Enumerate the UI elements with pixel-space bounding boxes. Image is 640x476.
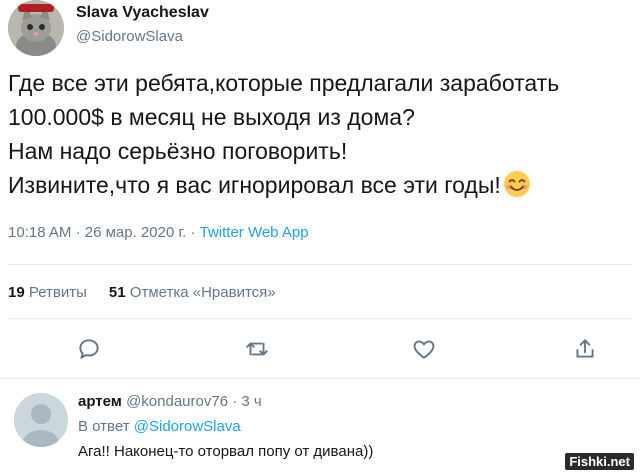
author-name[interactable]: Slava Vyacheslav	[76, 4, 209, 22]
divider	[8, 264, 632, 265]
tweet-stats: 19 Ретвиты 51 Отметка «Нравится»	[8, 284, 276, 301]
reply-to-mention[interactable]: @SidorowSlava	[134, 418, 241, 435]
likes-stat[interactable]: 51 Отметка «Нравится»	[109, 284, 276, 301]
retweets-label: Ретвиты	[28, 284, 87, 301]
reply-author-name[interactable]: артем	[78, 393, 122, 410]
reply-time[interactable]: 3 ч	[241, 393, 261, 410]
tweet-time[interactable]: 10:18 AM	[8, 224, 71, 241]
tweet-line-text: Извините,что я вас игнорировал все эти г…	[8, 172, 501, 198]
meta-separator: ·	[190, 224, 196, 241]
author-avatar[interactable]	[8, 0, 64, 56]
reply-separator: ·	[232, 393, 238, 410]
author-handle[interactable]: @SidorowSlava	[76, 28, 183, 45]
divider	[8, 318, 632, 319]
reply-to-line: В ответ @SidorowSlava	[78, 418, 241, 435]
reply-tweet[interactable]: артем @kondaurov76 · 3 ч В ответ @Sidoro…	[0, 381, 640, 476]
retweet-icon[interactable]	[244, 336, 270, 362]
reply-icon[interactable]	[76, 336, 102, 362]
retweets-stat[interactable]: 19 Ретвиты	[8, 284, 87, 301]
meta-separator: ·	[75, 224, 81, 241]
reply-header: артем @kondaurov76 · 3 ч	[78, 393, 262, 410]
tweet-text: Где все эти ребята,которые предлагали за…	[8, 66, 632, 202]
reply-text: Ага!! Наконец-то оторвал попу от дивана)…	[78, 443, 374, 460]
smiling-face-emoji-icon	[503, 170, 531, 198]
likes-label: Отметка «Нравится»	[129, 284, 276, 301]
divider	[0, 378, 640, 379]
share-icon[interactable]	[572, 336, 598, 362]
reply-author-handle[interactable]: @kondaurov76	[126, 393, 228, 410]
watermark: Fishki.net	[565, 453, 634, 470]
reply-avatar[interactable]	[14, 393, 68, 447]
likes-count: 51	[108, 284, 126, 301]
reply-to-prefix: В ответ	[78, 418, 130, 435]
tweet-source-link[interactable]: Twitter Web App	[200, 224, 309, 241]
tweet-line: Где все эти ребята,которые предлагали за…	[8, 70, 560, 96]
tweet-line: 100.000$ в месяц не выходя из дома?	[8, 104, 415, 130]
tweet-line-last: Извините,что я вас игнорировал все эти г…	[8, 168, 632, 202]
tweet-date[interactable]: 26 мар. 2020 г.	[85, 224, 187, 241]
retweets-count: 19	[8, 284, 25, 301]
tweet-line: Нам надо серьёзно поговорить!	[8, 138, 348, 164]
like-icon[interactable]	[411, 336, 437, 362]
tweet-meta: 10:18 AM · 26 мар. 2020 г. · Twitter Web…	[8, 224, 309, 241]
